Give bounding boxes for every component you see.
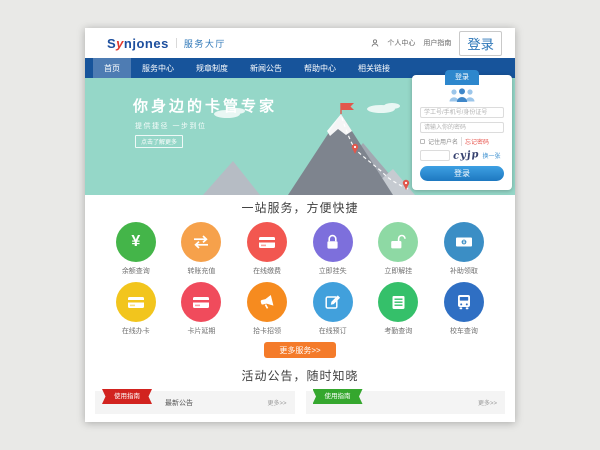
service-label: 拾卡招领 <box>253 327 281 336</box>
captcha-refresh-link[interactable]: 换一张 <box>483 151 501 160</box>
service-item[interactable]: ¥ 余额查询 <box>103 222 169 276</box>
service-label: 补助领取 <box>450 267 478 276</box>
service-label: 在线缴费 <box>253 267 281 276</box>
brand-logo[interactable]: Synjones <box>107 36 169 51</box>
service-circle[interactable] <box>444 282 484 322</box>
service-item[interactable]: ¥ 补助领取 <box>431 222 497 276</box>
announcement-panel-left: 使用指南 最新公告 更多>> <box>95 391 295 414</box>
remember-checkbox[interactable] <box>420 139 425 144</box>
site-subtitle: 服务大厅 <box>184 37 226 50</box>
service-item[interactable]: 卡片延期 <box>169 282 235 336</box>
hero-subtitle: 提供捷径 一步到位 <box>135 121 206 131</box>
service-item[interactable]: 考勤查询 <box>366 282 432 336</box>
unlock-icon <box>390 234 406 250</box>
service-circle[interactable] <box>181 282 221 322</box>
service-circle[interactable] <box>247 282 287 322</box>
more-link[interactable]: 更多>> <box>478 398 497 407</box>
login-submit-button[interactable]: 登录 <box>420 166 504 181</box>
service-item[interactable]: 立即挂失 <box>300 222 366 276</box>
mountain-illustration <box>203 99 415 195</box>
service-item[interactable]: 在线缴费 <box>234 222 300 276</box>
yuan-icon: ¥ <box>131 234 140 250</box>
service-circle[interactable]: ¥ <box>116 222 156 262</box>
bank-card-icon <box>258 236 276 249</box>
list-icon <box>391 295 406 310</box>
latest-news-tab[interactable]: 最新公告 <box>165 398 193 408</box>
password-input[interactable] <box>420 122 504 133</box>
service-item[interactable]: 拾卡招领 <box>234 282 300 336</box>
personal-center-link[interactable]: 个人中心 <box>387 38 415 48</box>
service-label: 余额查询 <box>122 267 150 276</box>
service-circle[interactable]: ¥ <box>444 222 484 262</box>
services-grid: ¥ 余额查询 转账充值 <box>85 215 515 342</box>
service-label: 考勤查询 <box>384 327 412 336</box>
announcements-section-title: 活动公告，随时知晓 <box>85 369 515 383</box>
more-link[interactable]: 更多>> <box>267 398 286 407</box>
bank-card-icon <box>127 296 145 309</box>
edit-icon <box>325 294 341 310</box>
guide-ribbon-tab[interactable]: 使用指南 <box>102 389 152 404</box>
service-item[interactable]: 校车查询 <box>431 282 497 336</box>
nav-item-home[interactable]: 首页 <box>93 58 131 78</box>
service-circle[interactable] <box>378 282 418 322</box>
service-label: 转账充值 <box>187 267 215 276</box>
header: Synjones 服务大厅 个人中心 用户指南 登录 <box>85 28 515 58</box>
user-icon <box>371 39 379 47</box>
username-input[interactable] <box>420 107 504 118</box>
announcement-panels: 使用指南 最新公告 更多>> 使用指南 更多>> <box>85 391 515 414</box>
service-label: 在线预订 <box>319 327 347 336</box>
svg-text:¥: ¥ <box>463 240 466 246</box>
announcement-panel-right: 使用指南 更多>> <box>306 391 506 414</box>
service-circle[interactable] <box>116 282 156 322</box>
service-circle[interactable] <box>247 222 287 262</box>
banknote-icon: ¥ <box>455 236 473 248</box>
bus-icon <box>456 294 472 310</box>
service-circle[interactable] <box>313 222 353 262</box>
service-circle[interactable] <box>378 222 418 262</box>
remember-label: 记住用户名 <box>428 137 458 146</box>
nav-item-links[interactable]: 相关链接 <box>347 58 401 78</box>
service-item[interactable]: 在线办卡 <box>103 282 169 336</box>
page: Synjones 服务大厅 个人中心 用户指南 登录 首页 服务中心 规章制度 … <box>85 28 515 422</box>
nav-item-service-center[interactable]: 服务中心 <box>131 58 185 78</box>
nav-item-help[interactable]: 帮助中心 <box>293 58 347 78</box>
service-circle[interactable] <box>181 222 221 262</box>
nav-item-rules[interactable]: 规章制度 <box>185 58 239 78</box>
bank-card-icon <box>192 296 210 309</box>
service-label: 立即解挂 <box>384 267 412 276</box>
users-group-icon <box>447 87 477 103</box>
lock-icon <box>326 234 339 250</box>
transfer-arrows-icon <box>192 235 210 249</box>
service-label: 在线办卡 <box>122 327 150 336</box>
service-item[interactable]: 立即解挂 <box>366 222 432 276</box>
service-label: 立即挂失 <box>319 267 347 276</box>
more-services-button[interactable]: 更多服务>> <box>264 342 336 358</box>
megaphone-icon <box>259 294 276 311</box>
captcha-image: cyjp <box>453 149 480 162</box>
services-section-title: 一站服务，方便快捷 <box>85 195 515 215</box>
login-tab[interactable]: 登录 <box>445 70 479 85</box>
nav-item-news[interactable]: 新闻公告 <box>239 58 293 78</box>
service-label: 卡片延期 <box>187 327 215 336</box>
service-circle[interactable] <box>313 282 353 322</box>
service-item[interactable]: 转账充值 <box>169 222 235 276</box>
captcha-input[interactable] <box>420 150 450 161</box>
logo-mark-icon: y <box>116 36 124 51</box>
guide-ribbon-tab[interactable]: 使用指南 <box>313 389 363 404</box>
user-guide-link[interactable]: 用户指南 <box>423 38 451 48</box>
forgot-password-link[interactable]: 忘记密码 <box>461 137 489 146</box>
header-login-button[interactable]: 登录 <box>459 31 502 56</box>
service-label: 校车查询 <box>450 327 478 336</box>
hero-more-button[interactable]: 点击了解更多 <box>135 135 183 148</box>
login-panel: 登录 记住用户名 忘记密码 cyjp 换一张 登录 <box>412 75 512 190</box>
service-item[interactable]: 在线预订 <box>300 282 366 336</box>
header-divider <box>176 38 177 48</box>
